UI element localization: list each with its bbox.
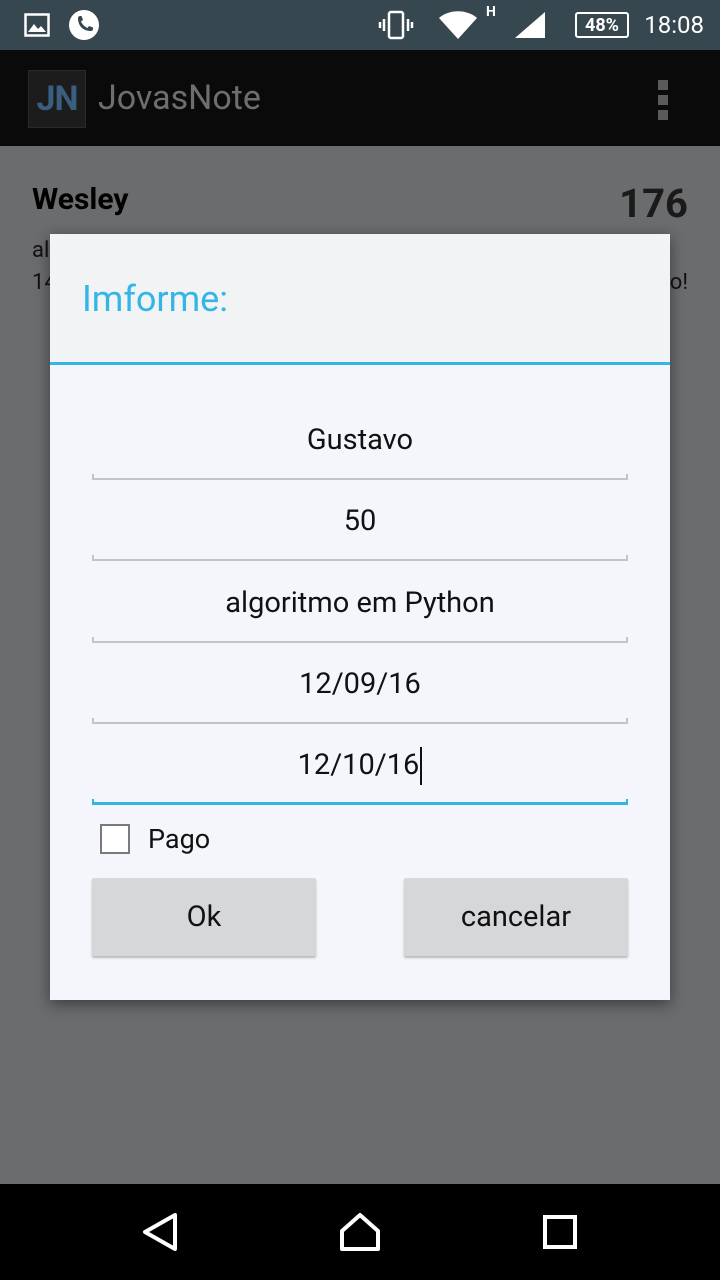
phone-icon: [66, 0, 102, 50]
list-item-count: 176: [619, 180, 688, 227]
app-title: JovasNote: [98, 78, 261, 118]
network-type-label: H: [486, 4, 496, 20]
app-logo[interactable]: JN: [28, 70, 86, 128]
navigation-bar: [0, 1184, 720, 1280]
paid-checkbox-label: Pago: [148, 823, 211, 855]
overflow-menu-icon[interactable]: [658, 80, 670, 120]
due-date-field[interactable]: 12/10/16: [92, 739, 628, 805]
home-icon[interactable]: [312, 1184, 408, 1280]
text-cursor: [420, 747, 423, 786]
action-bar: JN JovasNote: [0, 50, 720, 146]
status-bar: H 48% 18:08: [0, 0, 720, 50]
start-date-field[interactable]: 12/09/16: [92, 658, 628, 724]
recents-icon[interactable]: [512, 1184, 608, 1280]
list-item-line: o!: [669, 270, 688, 295]
signal-icon: [512, 0, 548, 50]
start-date-field-value: 12/09/16: [299, 667, 421, 701]
back-icon[interactable]: [112, 1184, 208, 1280]
battery-percent: 48%: [585, 14, 619, 36]
due-date-field-value: 12/10/16: [297, 748, 420, 782]
ok-button[interactable]: Ok: [92, 878, 316, 956]
dialog-title: Imforme:: [82, 278, 228, 320]
name-field-value: Gustavo: [306, 423, 414, 457]
cancel-button[interactable]: cancelar: [404, 878, 628, 956]
wifi-icon: [436, 0, 480, 50]
list-item-line: al: [32, 238, 50, 263]
paid-checkbox-row[interactable]: Pago: [100, 822, 210, 856]
dialog-header: Imforme:: [50, 234, 670, 365]
image-icon: [22, 0, 52, 50]
name-field[interactable]: Gustavo: [92, 414, 628, 480]
paid-checkbox[interactable]: [100, 824, 130, 854]
description-field[interactable]: algoritmo em Python: [92, 577, 628, 643]
amount-field-value: 50: [343, 504, 377, 538]
battery-icon: 48%: [572, 0, 632, 50]
amount-field[interactable]: 50: [92, 495, 628, 561]
clock: 18:08: [644, 11, 704, 39]
list-item-name: Wesley: [32, 182, 129, 217]
description-field-value: algoritmo em Python: [225, 586, 495, 620]
vibrate-icon: [376, 0, 416, 50]
input-dialog: Imforme: Gustavo 50 algoritmo em Python …: [50, 234, 670, 1000]
